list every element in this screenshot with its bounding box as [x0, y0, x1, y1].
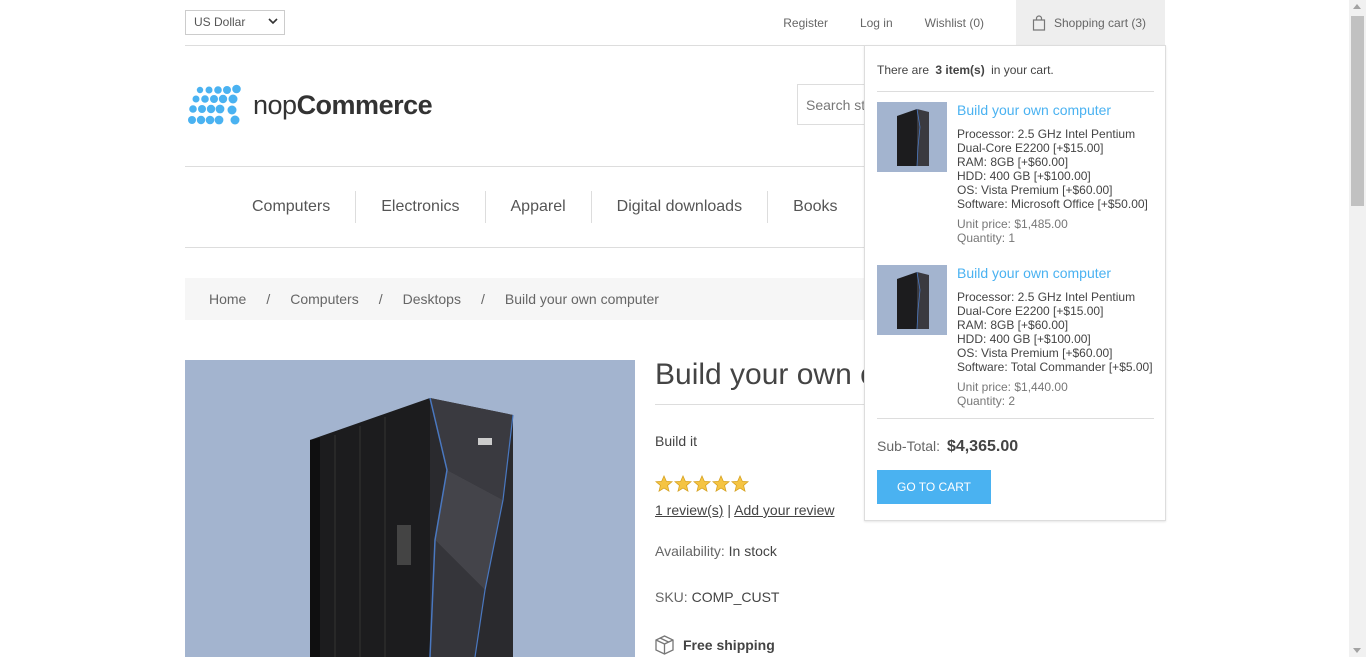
breadcrumb-computers[interactable]: Computers — [290, 291, 358, 307]
star-icon — [655, 475, 673, 492]
store-logo[interactable]: nopCommerce — [187, 84, 433, 126]
cart-item-attribute: OS: Vista Premium [+$60.00] — [957, 346, 1113, 360]
product-title: Build your own c — [655, 358, 875, 391]
top-menu-items: Computers Electronics Apparel Digital do… — [227, 191, 863, 223]
menu-item-digital-downloads[interactable]: Digital downloads — [592, 191, 769, 223]
star-icon — [693, 475, 711, 492]
count-suffix: in your cart. — [991, 63, 1054, 77]
cart-item-attribute: RAM: 8GB [+$60.00] — [957, 155, 1069, 169]
cart-item-unit-price: Unit price: $1,485.00 — [957, 217, 1068, 231]
flyout-cart: There are 3 item(s) in your cart. Build … — [864, 45, 1166, 521]
cart-item-quantity: Quantity: 2 — [957, 394, 1016, 408]
header-upper: US Dollar Register Log in Wishlist (0) S… — [185, 0, 1165, 46]
cart-item-info: Build your own computer Processor: 2.5 G… — [957, 102, 1157, 245]
product-short-description: Build it — [655, 433, 698, 449]
cart-item-attribute: Processor: 2.5 GHz Intel Pentium Dual-Co… — [957, 290, 1136, 318]
subtotal-value: $4,365.00 — [946, 438, 1019, 455]
login-link[interactable]: Log in — [860, 16, 893, 30]
review-separator: | — [727, 502, 731, 518]
shopping-bag-icon — [1032, 14, 1046, 31]
cart-item-attribute: Processor: 2.5 GHz Intel Pentium Dual-Co… — [957, 127, 1136, 155]
cart-item-name[interactable]: Build your own computer — [957, 102, 1157, 118]
logo-dots-icon — [188, 84, 241, 125]
server-thumbnail-image — [897, 271, 929, 330]
server-image — [310, 397, 514, 657]
subtotal-label: Sub-Total: — [877, 438, 941, 454]
availability-label: Availability: — [655, 543, 725, 559]
flyout-divider — [877, 418, 1154, 419]
availability: Availability: In stock — [655, 543, 777, 559]
count-prefix: There are — [877, 63, 930, 77]
search-placeholder: Search st — [806, 97, 866, 113]
cart-item-quantity: Quantity: 1 — [957, 231, 1016, 245]
box-icon — [655, 635, 674, 655]
scroll-down-arrow-icon[interactable] — [1353, 648, 1361, 653]
menu-item-books[interactable]: Books — [768, 191, 862, 223]
cart-item-attribute: Software: Microsoft Office [+$50.00] — [957, 197, 1148, 211]
menu-item-electronics[interactable]: Electronics — [356, 191, 486, 223]
cart-item-attribute: OS: Vista Premium [+$60.00] — [957, 183, 1113, 197]
server-thumbnail-image — [897, 108, 929, 167]
scroll-up-arrow-icon[interactable] — [1353, 4, 1361, 9]
product-reviews: 1 review(s) | Add your review — [655, 502, 835, 518]
sku: SKU: COMP_CUST — [655, 589, 779, 605]
scrollbar-thumb[interactable] — [1351, 16, 1364, 206]
breadcrumb-separator: / — [378, 291, 383, 307]
wishlist-link[interactable]: Wishlist (0) — [925, 16, 984, 30]
menu-item-apparel[interactable]: Apparel — [486, 191, 592, 223]
logo-text: nopCommerce — [253, 89, 433, 120]
cart-item-thumbnail[interactable] — [877, 102, 947, 172]
breadcrumb-home[interactable]: Home — [209, 291, 246, 307]
menu-item-computers[interactable]: Computers — [227, 191, 357, 223]
breadcrumb-current: Build your own computer — [504, 291, 659, 307]
product-main-image[interactable] — [185, 360, 635, 657]
product-rating — [655, 475, 750, 493]
breadcrumb-desktops[interactable]: Desktops — [403, 291, 461, 307]
register-link[interactable]: Register — [783, 16, 828, 30]
shopping-cart-label: Shopping cart (3) — [1054, 15, 1147, 30]
add-review-link[interactable]: Add your review — [734, 502, 834, 518]
title-divider — [655, 404, 875, 405]
shopping-cart-link[interactable]: Shopping cart (3) — [1016, 0, 1165, 45]
cart-item-attribute: Software: Total Commander [+$5.00] — [957, 360, 1153, 374]
sku-label: SKU: — [655, 589, 688, 605]
free-shipping-label: Free shipping — [683, 637, 775, 653]
header-links: Register Log in Wishlist (0) Shopping ca… — [783, 0, 1165, 45]
flyout-divider — [877, 91, 1154, 92]
flyout-cart-item: Build your own computer Processor: 2.5 G… — [877, 265, 1155, 415]
cart-item-attribute: HDD: 400 GB [+$100.00] — [957, 169, 1091, 183]
sku-value: COMP_CUST — [691, 589, 780, 605]
cart-item-unit-price: Unit price: $1,440.00 — [957, 380, 1068, 394]
cart-item-attribute: HDD: 400 GB [+$100.00] — [957, 332, 1091, 346]
cart-item-attribute: RAM: 8GB [+$60.00] — [957, 318, 1069, 332]
cart-item-info: Build your own computer Processor: 2.5 G… — [957, 265, 1157, 408]
chevron-down-icon — [268, 18, 278, 25]
availability-value: In stock — [728, 543, 777, 559]
star-icon — [674, 475, 692, 492]
flyout-cart-item: Build your own computer Processor: 2.5 G… — [877, 102, 1155, 252]
currency-select[interactable]: US Dollar — [185, 10, 285, 35]
star-icon — [731, 475, 749, 492]
reviews-link[interactable]: 1 review(s) — [655, 502, 723, 518]
flyout-subtotal: Sub-Total: $4,365.00 — [877, 438, 1018, 456]
free-shipping: Free shipping — [655, 635, 775, 655]
currency-value: US Dollar — [194, 15, 246, 29]
cart-item-thumbnail[interactable] — [877, 265, 947, 335]
cart-item-attributes: Processor: 2.5 GHz Intel Pentium Dual-Co… — [957, 127, 1157, 211]
cart-item-attributes: Processor: 2.5 GHz Intel Pentium Dual-Co… — [957, 290, 1157, 374]
page-scrollbar[interactable] — [1349, 0, 1366, 657]
breadcrumb-separator: / — [266, 291, 271, 307]
count-value: 3 item(s) — [935, 63, 985, 77]
star-icon — [712, 475, 730, 492]
breadcrumb-separator: / — [480, 291, 485, 307]
flyout-cart-count: There are 3 item(s) in your cart. — [877, 63, 1054, 77]
cart-item-name[interactable]: Build your own computer — [957, 265, 1157, 281]
go-to-cart-button[interactable]: GO TO CART — [877, 470, 991, 504]
